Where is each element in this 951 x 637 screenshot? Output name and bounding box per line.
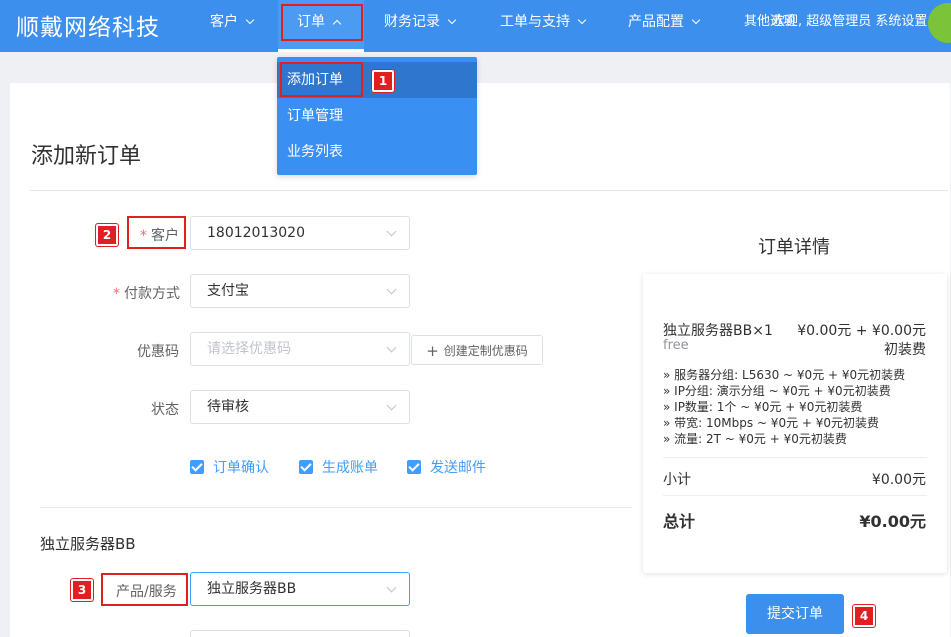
chevron-down-icon (386, 400, 397, 411)
chevron-down-icon (577, 15, 587, 25)
product-select-value: 独立服务器BB (207, 581, 297, 597)
total-value: ¥0.00元 (859, 512, 926, 531)
status-select[interactable]: 待审核 (190, 390, 410, 424)
nav-item-tickets[interactable]: 工单与支持 (500, 0, 587, 44)
coupon-select-placeholder: 请选择优惠码 (207, 341, 291, 357)
nav-item-label: 产品配置 (628, 14, 684, 30)
annotation-box-product (101, 573, 188, 606)
divider (663, 495, 927, 496)
product-section-title: 独立服务器BB (40, 535, 136, 553)
annotation-box-customer (127, 216, 186, 249)
summary-config-line: » 带宽: 10Mbps ~ ¥0元 + ¥0元初装费 (663, 416, 880, 430)
avatar[interactable] (928, 3, 951, 43)
chevron-down-icon (386, 284, 397, 295)
annotation-badge-3: 3 (71, 579, 93, 601)
summary-item-cycle: free (663, 338, 689, 353)
customer-select[interactable]: 18012013020 (190, 216, 410, 250)
required-star: * (113, 286, 120, 302)
brand-logo-text: 顺戴网络科技 (16, 15, 160, 41)
status-select-value: 待审核 (207, 399, 249, 415)
nav-active-underline (278, 49, 364, 52)
create-coupon-button-label: 创建定制优惠码 (443, 344, 528, 358)
coupon-select[interactable]: 请选择优惠码 (190, 332, 410, 366)
dropdown-item-service-list[interactable]: 业务列表 (277, 134, 477, 170)
customer-select-value: 18012013020 (207, 225, 305, 241)
summary-item-price: ¥0.00元 + ¥0.00元 (797, 323, 926, 339)
payment-select-value: 支付宝 (207, 283, 249, 299)
summary-config-line: » IP数量: 1个 ~ ¥0元 + ¥0元初装费 (663, 400, 863, 414)
divider (30, 190, 948, 191)
divider (40, 507, 632, 508)
annotation-box-orders-nav (281, 4, 363, 41)
checkbox-label: 订单确认 (213, 460, 269, 476)
product-select[interactable]: 独立服务器BB (190, 572, 410, 606)
summary-config-line: » 流量: 2T ~ ¥0元 + ¥0元初装费 (663, 432, 847, 446)
checkbox-label: 生成账单 (322, 460, 378, 476)
nav-item-label: 财务记录 (384, 14, 440, 30)
chevron-down-icon (386, 226, 397, 237)
payment-select[interactable]: 支付宝 (190, 274, 410, 308)
nav-item-label: 客户 (210, 14, 238, 30)
plus-icon: + (426, 342, 439, 360)
summary-config-line: » IP分组: 演示分组 ~ ¥0元 + ¥0元初装费 (663, 384, 891, 398)
summary-config-line: » 服务器分组: L5630 ~ ¥0元 + ¥0元初装费 (663, 368, 906, 382)
status-label: 状态 (151, 402, 179, 418)
annotation-badge-2: 2 (96, 224, 118, 246)
nav-item-customers[interactable]: 客户 (210, 0, 255, 44)
page-title: 添加新订单 (31, 144, 142, 169)
checkbox-label: 发送邮件 (430, 460, 486, 476)
checkbox-generate-invoice[interactable]: 生成账单 (299, 457, 378, 476)
chevron-down-icon (691, 15, 701, 25)
checkbox-checked-icon (190, 460, 204, 474)
chevron-down-icon (386, 342, 397, 353)
subtotal-label: 小计 (663, 472, 691, 488)
total-label: 总计 (663, 512, 696, 531)
checkbox-checked-icon (407, 460, 421, 474)
order-summary-title: 订单详情 (758, 237, 830, 258)
divider (663, 457, 927, 458)
nav-item-products[interactable]: 产品配置 (628, 0, 701, 44)
chevron-down-icon (386, 582, 397, 593)
nav-welcome-settings[interactable]: 欢迎, 超级管理员 系统设置 (772, 0, 927, 44)
nav-item-finance[interactable]: 财务记录 (384, 0, 457, 44)
payment-label: * 付款方式 (113, 283, 180, 303)
annotation-badge-1: 1 (372, 70, 394, 92)
checkbox-checked-icon (299, 460, 313, 474)
checkbox-send-email[interactable]: 发送邮件 (407, 457, 486, 476)
chevron-down-icon (245, 15, 255, 25)
next-field-select[interactable] (190, 630, 410, 637)
top-navbar: 顺戴网络科技 客户 订单 财务记录 工单与支持 产品配置 其他选项 欢迎, 超级… (0, 0, 951, 52)
coupon-label: 优惠码 (137, 344, 179, 360)
summary-item-name: 独立服务器BB×1 (663, 323, 773, 339)
dropdown-item-order-management[interactable]: 订单管理 (277, 98, 477, 134)
create-coupon-button[interactable]: + 创建定制优惠码 (411, 335, 543, 365)
submit-order-button[interactable]: 提交订单 (746, 594, 844, 634)
summary-item-price-suffix: 初装费 (884, 342, 926, 358)
chevron-down-icon (447, 15, 457, 25)
subtotal-value: ¥0.00元 (871, 472, 926, 488)
annotation-badge-4: 4 (853, 605, 875, 627)
payment-label-text: 付款方式 (124, 286, 180, 302)
checkbox-order-confirm[interactable]: 订单确认 (190, 457, 269, 476)
nav-item-label: 工单与支持 (500, 14, 570, 30)
annotation-box-add-order (280, 62, 363, 97)
